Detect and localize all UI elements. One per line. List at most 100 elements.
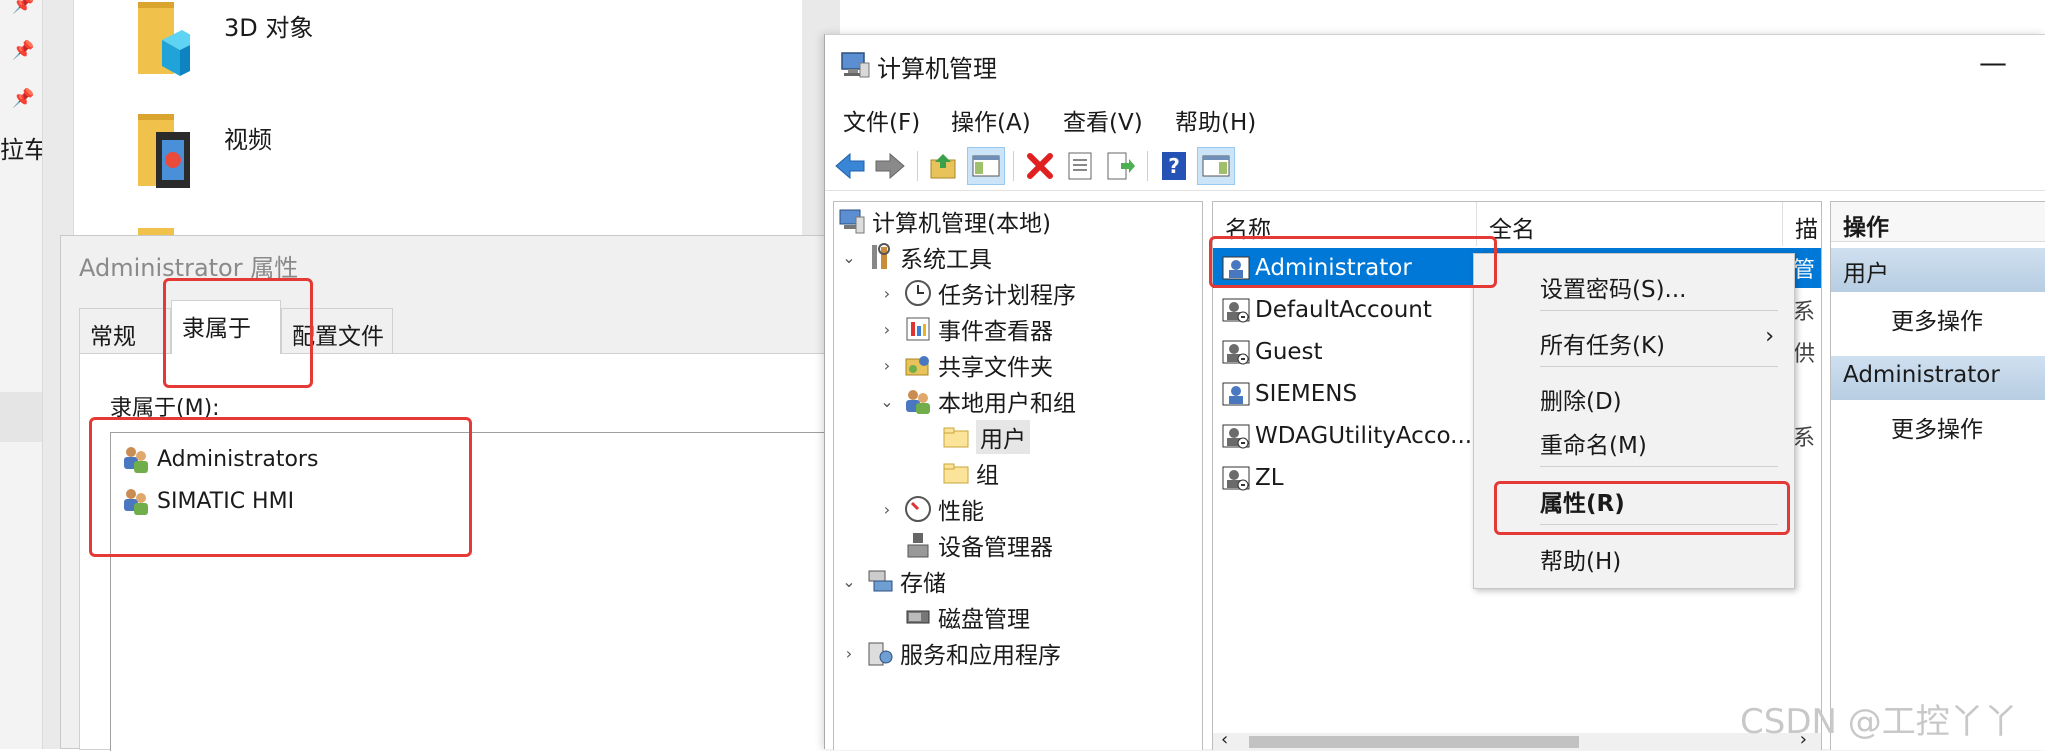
chevron-right-icon[interactable]: › [876,500,898,519]
tree-node-root[interactable]: 计算机管理(本地) [838,204,1051,238]
nav-selected-item[interactable] [0,392,42,442]
services-icon [868,642,893,666]
computer-management-icon [841,52,870,78]
menu-item-delete[interactable]: 删除(D) [1474,378,1794,416]
user-description: 供 [1793,342,1816,367]
tree-label: 服务和应用程序 [900,643,1061,669]
pin-icon: 📌 [12,88,35,109]
tree-label: 磁盘管理 [938,607,1030,633]
up-folder-button[interactable] [925,147,963,185]
explorer-content: 3D 对象 视频 [74,0,802,248]
menu-view[interactable]: 查看(V) [1063,103,1143,137]
disabled-user-icon [1222,424,1250,449]
scrollbar-thumb[interactable] [1249,736,1579,748]
column-header-fullname[interactable]: 全名 [1477,202,1783,246]
properties-icon [1068,152,1092,180]
videos-folder-icon [138,114,190,188]
more-actions-link[interactable]: 更多操作 [1891,302,1983,336]
menu-file[interactable]: 文件(F) [843,103,920,137]
disabled-user-icon [1222,466,1250,491]
help-button[interactable]: ? [1155,147,1193,185]
tab-general[interactable]: 常规 [79,308,171,354]
toolbar-separator [1147,151,1148,181]
pin-icon: 📌 [12,40,35,61]
annotation-box-member-list [89,417,472,557]
show-hide-tree-button[interactable] [967,147,1005,185]
svg-text:?: ? [1168,154,1180,178]
tree-label: 存储 [900,571,946,597]
chevron-right-icon[interactable]: › [876,320,898,339]
tree-node-performance[interactable]: › 性能 [876,492,984,526]
properties-button[interactable] [1061,147,1099,185]
actions-pane: 操作 用户 更多操作 Administrator 更多操作 [1830,201,2045,750]
annotation-box-member-tab [163,278,313,388]
menu-item-label: 所有任务(K) [1540,333,1666,359]
user-name: WDAGUtilityAcco... [1255,423,1473,449]
tree-node-device-manager[interactable]: 设备管理器 [904,528,1053,562]
back-button[interactable] [831,147,869,185]
tree-node-event-viewer[interactable]: › 事件查看器 [876,312,1053,346]
tools-icon [872,243,890,269]
shared-folder-icon [905,356,929,376]
chevron-down-icon[interactable]: ⌄ [838,248,860,267]
tree-label: 共享文件夹 [938,355,1053,381]
minimize-button[interactable]: — [1963,43,2023,87]
user-icon [1222,382,1250,406]
tree-node-disk-management[interactable]: 磁盘管理 [904,600,1030,634]
tree-node-shared-folders[interactable]: › 共享文件夹 [876,348,1053,382]
menu-item-rename[interactable]: 重命名(M) [1474,422,1794,460]
chevron-down-icon[interactable]: ⌄ [876,392,898,411]
annotation-box-administrator-row [1209,236,1497,288]
horizontal-scrollbar[interactable]: ‹ › [1213,729,1821,750]
delete-button[interactable] [1021,147,1059,185]
actions-section-users[interactable]: 用户 [1831,248,2045,292]
tree-node-services-apps[interactable]: › 服务和应用程序 [838,636,1061,670]
menu-separator [1540,366,1778,367]
tree-node-users[interactable]: 用户 [942,420,1030,454]
menu-separator [1540,310,1778,311]
scroll-left-icon[interactable]: ‹ [1221,729,1228,750]
column-header-description[interactable]: 描 [1783,202,1821,246]
chevron-right-icon: › [1765,324,1774,349]
context-menu: 设置密码(S)... 所有任务(K) › 删除(D) 重命名(M) 属性(R) … [1473,253,1795,589]
toolbar-separator [1013,151,1014,181]
export-list-button[interactable] [1101,147,1139,185]
actions-section-administrator[interactable]: Administrator [1831,356,2045,400]
disabled-user-icon [1222,298,1250,323]
folder-icon [943,427,969,448]
folder-label: 视频 [224,126,272,154]
folder-icon [943,463,969,484]
forward-button[interactable] [871,147,909,185]
delete-icon [1027,153,1053,179]
tree-node-storage[interactable]: ⌄ 存储 [838,564,946,598]
menu-separator [1540,466,1778,467]
user-name: ZL [1255,465,1284,491]
menu-action[interactable]: 操作(A) [951,103,1031,137]
folder-label: 3D 对象 [224,14,314,42]
computer-management-window: 计算机管理 — 文件(F) 操作(A) 查看(V) 帮助(H) ? 计算机管理(… [824,34,2045,750]
tree-label: 事件查看器 [938,319,1053,345]
menu-bar: 文件(F) 操作(A) 查看(V) 帮助(H) [825,97,2045,141]
show-hide-tree-icon [972,155,1000,177]
user-group-icon [906,390,930,414]
tree-node-groups[interactable]: 组 [942,456,999,490]
user-name: SIEMENS [1255,381,1358,407]
performance-icon [905,496,931,522]
menu-item-all-tasks[interactable]: 所有任务(K) › [1474,322,1794,360]
menu-help[interactable]: 帮助(H) [1175,103,1256,137]
tree-label: 用户 [976,420,1030,454]
chevron-right-icon[interactable]: › [876,356,898,375]
show-hide-action-pane-button[interactable] [1197,147,1235,185]
chevron-down-icon[interactable]: ⌄ [838,572,860,591]
menu-item-set-password[interactable]: 设置密码(S)... [1474,266,1794,304]
tree-node-system-tools[interactable]: ⌄ 系统工具 [838,240,992,274]
tree-node-task-scheduler[interactable]: › 任务计划程序 [876,276,1076,310]
tree-node-local-users-groups[interactable]: ⌄ 本地用户和组 [876,384,1076,418]
chevron-right-icon[interactable]: › [838,644,860,663]
menu-item-help[interactable]: 帮助(H) [1474,538,1794,576]
storage-icon [868,570,893,592]
chevron-right-icon[interactable]: › [876,284,898,303]
explorer-nav-pane: 📌 📌 📌 [0,0,42,749]
forward-arrow-icon [875,152,905,180]
more-actions-link[interactable]: 更多操作 [1891,410,1983,444]
